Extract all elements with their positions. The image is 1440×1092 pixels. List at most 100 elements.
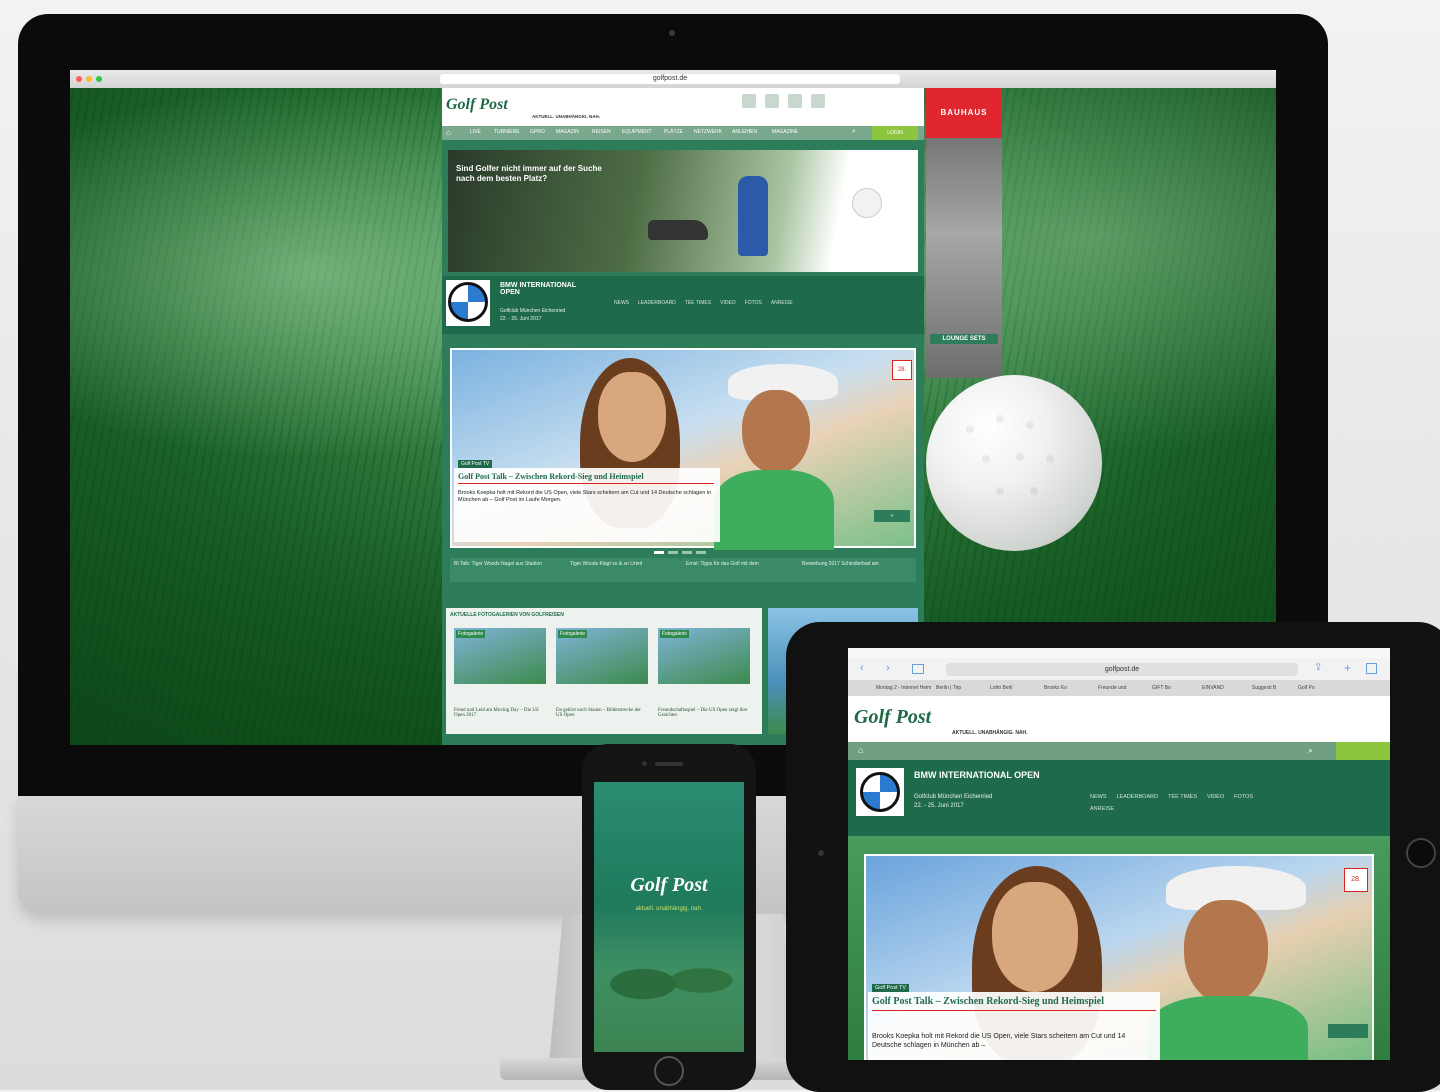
golfpost-logo[interactable]: Golf Post	[446, 96, 508, 114]
gallery-thumb[interactable]: Fotogalerie Freundschaftsspiel – Die US …	[658, 628, 750, 718]
ipad-camera	[818, 850, 824, 856]
slider-dot[interactable]	[654, 551, 664, 554]
nav-item[interactable]: REISEN	[592, 129, 611, 135]
porsche-logo	[852, 188, 882, 218]
slider-dot[interactable]	[682, 551, 692, 554]
hero-badge: Golf Post TV	[872, 984, 910, 992]
event-link[interactable]: VIDEO	[1207, 794, 1224, 800]
header-icons	[742, 94, 912, 118]
gallery-caption: Freundschaftsspiel – Die US Open zeigt i…	[658, 708, 748, 718]
event-link[interactable]: LEADERBOARD	[1117, 794, 1159, 800]
news-item[interactable]: Tiger Woods Klagt so & so Urteil	[570, 561, 680, 567]
minimize-window-icon[interactable]	[86, 76, 92, 82]
nav-item[interactable]: LIVE	[470, 129, 481, 135]
hero-more-button[interactable]	[1328, 1024, 1368, 1038]
player-image	[1184, 900, 1268, 1004]
slider-dot[interactable]	[668, 551, 678, 554]
forward-icon[interactable]: ›	[886, 662, 890, 674]
browser-tab[interactable]: GIFT Bo	[1152, 680, 1202, 696]
settings-icon[interactable]	[811, 94, 825, 108]
nav-item[interactable]: MAGAZIN	[556, 129, 579, 135]
hero-title[interactable]: Golf Post Talk – Zwischen Rekord-Sieg un…	[458, 472, 714, 484]
browser-tab[interactable]: Montag 2 - Internet Heim	[848, 680, 936, 696]
event-link[interactable]: ANREISE	[771, 300, 793, 306]
event-link[interactable]: TEE TIMES	[685, 300, 711, 306]
login-button[interactable]	[1336, 742, 1390, 760]
date-badge: 28.	[892, 360, 912, 380]
gallery-label: Fotogalerie	[558, 630, 588, 638]
ipad-event-bar[interactable]: BMW INTERNATIONAL OPEN Golfclub München …	[848, 760, 1390, 836]
tabs-icon[interactable]	[1366, 663, 1377, 674]
event-link[interactable]: TEE TIMES	[1168, 794, 1197, 800]
nav-item[interactable]: EQUIPMENT	[622, 129, 652, 135]
browser-tab[interactable]: Golf Po	[1298, 680, 1338, 696]
event-link[interactable]: NEWS	[614, 300, 629, 306]
event-bar[interactable]: BMW INTERNATIONAL OPEN Golfclub München …	[442, 276, 924, 334]
profile-icon[interactable]	[765, 94, 779, 108]
player-image	[742, 390, 810, 474]
hero-more-button[interactable]: »	[874, 510, 910, 522]
hero-slider[interactable]: 28. Golf Post TV Golf Post Talk – Zwisch…	[450, 348, 916, 550]
nav-item[interactable]: NETZWERK	[694, 129, 722, 135]
home-icon[interactable]: ⌂	[858, 745, 863, 755]
search-icon[interactable]: ⌕	[1308, 745, 1313, 756]
slider-dots	[654, 551, 706, 554]
nav-item[interactable]: TURNIERE	[494, 129, 520, 135]
new-tab-icon[interactable]: +	[1344, 661, 1351, 675]
gallery-thumb[interactable]: Fotogalerie Da gehört noch Stauen – Bild…	[556, 628, 648, 718]
gallery-thumb[interactable]: Fotogalerie Freud und Leid am Moving Day…	[454, 628, 546, 718]
event-link[interactable]: FOTOS	[1234, 794, 1253, 800]
player-shirt	[714, 470, 834, 550]
slider-dot[interactable]	[696, 551, 706, 554]
bmw-logo	[860, 772, 900, 812]
search-icon[interactable]: ⌕	[852, 128, 856, 136]
browser-tab[interactable]: Brooks Ko	[1044, 680, 1098, 696]
browser-tab[interactable]: Suggesti B	[1252, 680, 1298, 696]
home-icon[interactable]: ⌂	[446, 128, 451, 137]
ipad-site-header: Golf Post AKTUELL. UNABHÄNGIG. NAH.	[848, 696, 1390, 742]
ipad-status-bar	[848, 648, 1390, 658]
news-item[interactable]: Bewerbung 2017 Schindlerbad am	[802, 561, 912, 567]
event-link[interactable]: VIDEO	[720, 300, 736, 306]
address-bar[interactable]: golfpost.de	[440, 74, 900, 84]
browser-tab[interactable]: Freunde und	[1098, 680, 1152, 696]
ipad-hero-slider[interactable]: 28. Golf Post TV Golf Post Talk – Zwisch…	[864, 854, 1374, 1060]
event-link[interactable]: FOTOS	[745, 300, 762, 306]
notification-icon[interactable]	[742, 94, 756, 108]
nav-item[interactable]: MAGAZINE	[772, 129, 798, 135]
event-location: Golfclub München Eichenried	[914, 794, 993, 800]
message-icon[interactable]	[788, 94, 802, 108]
car-image	[648, 220, 708, 240]
nav-item[interactable]: ANLEIHEN	[732, 129, 757, 135]
close-window-icon[interactable]	[76, 76, 82, 82]
ipad-home-button[interactable]	[1406, 838, 1436, 868]
ipad-browser-toolbar: ‹ › golfpost.de ⇪ +	[848, 658, 1390, 680]
event-link[interactable]: ANREISE	[1090, 806, 1114, 812]
event-location: Golfclub München Eichenried	[500, 308, 566, 314]
share-icon[interactable]: ⇪	[1314, 662, 1322, 673]
nav-item[interactable]: PLÄTZE	[664, 129, 683, 135]
event-link[interactable]: LEADERBOARD	[638, 300, 676, 306]
bauhaus-advertisement[interactable]: BAUHAUS LOUNGE SETS	[926, 88, 1002, 378]
maximize-window-icon[interactable]	[96, 76, 102, 82]
golfpost-logo[interactable]: Golf Post	[854, 706, 931, 729]
event-link[interactable]: NEWS	[1090, 794, 1107, 800]
nav-item[interactable]: GPRO	[530, 129, 545, 135]
login-button[interactable]: LOGIN	[872, 126, 918, 140]
ipad-site-navigation: ⌂ ⌕	[848, 742, 1390, 760]
back-icon[interactable]: ‹	[860, 662, 864, 674]
news-item[interactable]: Ernst: Tipps für das Golf mit dem	[686, 561, 796, 567]
ipad-address-bar[interactable]: golfpost.de	[946, 663, 1298, 676]
gallery-label: Fotogalerie	[456, 630, 486, 638]
browser-tab[interactable]: Berlin | Trip	[936, 680, 990, 696]
iphone-home-button[interactable]	[654, 1056, 684, 1086]
bookmarks-icon[interactable]	[912, 664, 924, 674]
news-item[interactable]: BI Talk: Tiger Woods Nagel aus Stadion	[454, 561, 564, 567]
site-navigation: ⌂ LIVE TURNIERE GPRO MAGAZIN REISEN EQUI…	[442, 126, 924, 140]
gallery-label: Fotogalerie	[660, 630, 690, 638]
browser-tab[interactable]: EINVAND	[1202, 680, 1252, 696]
site-tagline: AKTUELL. UNABHÄNGIG. NAH.	[532, 114, 600, 119]
advertisement-banner[interactable]: Sind Golfer nicht immer auf der Suche na…	[448, 150, 918, 272]
hero-title[interactable]: Golf Post Talk – Zwischen Rekord-Sieg un…	[872, 996, 1156, 1011]
browser-tab[interactable]: Lotto Berli	[990, 680, 1044, 696]
